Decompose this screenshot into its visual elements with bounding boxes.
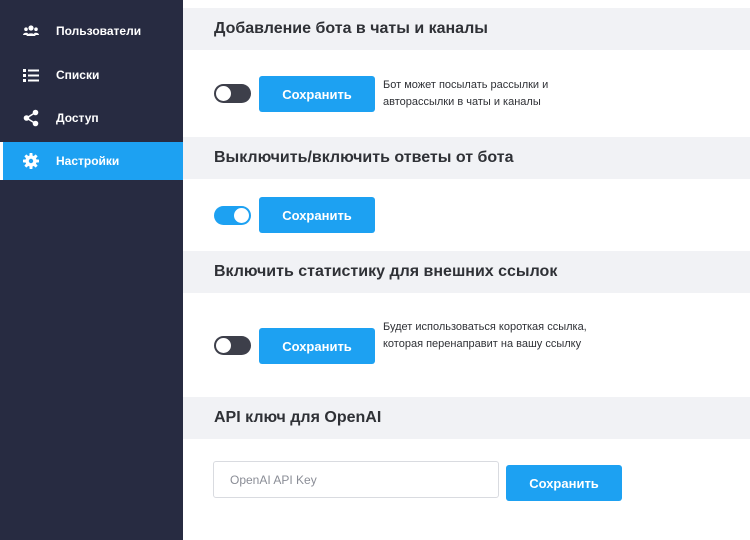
openai-api-key-input[interactable] <box>213 461 499 498</box>
sidebar-item-settings[interactable]: Настройки <box>0 142 183 180</box>
section-title-link-stats: Включить статистику для внешних ссылок <box>183 251 750 293</box>
bot-chats-description: Бот может посылать рассылки и авторассыл… <box>383 79 549 108</box>
toggle-knob <box>216 338 231 353</box>
section-title-bot-chats: Добавление бота в чаты и каналы <box>183 8 750 50</box>
save-button-bot-chats[interactable]: Сохранить <box>259 76 375 112</box>
save-button-openai[interactable]: Сохранить <box>506 465 622 501</box>
bot-replies-toggle[interactable] <box>214 206 251 225</box>
share-icon <box>22 109 40 127</box>
section-title-bot-replies: Выключить/включить ответы от бота <box>183 137 750 179</box>
sidebar-item-label: Настройки <box>56 154 120 168</box>
save-button-bot-replies[interactable]: Сохранить <box>259 197 375 233</box>
toggle-knob <box>216 86 231 101</box>
settings-panel: Добавление бота в чаты и каналы Сохранит… <box>183 0 750 540</box>
save-button-link-stats[interactable]: Сохранить <box>259 328 375 364</box>
list-icon <box>22 66 40 84</box>
sidebar-item-label: Пользователи <box>56 24 142 38</box>
sidebar: Пользователи Списки Доступ Настройки <box>0 0 183 540</box>
section-title-openai: API ключ для OpenAI <box>183 397 750 439</box>
users-icon <box>22 22 40 40</box>
sidebar-item-lists[interactable]: Списки <box>0 56 183 94</box>
gear-icon <box>22 152 40 170</box>
sidebar-item-access[interactable]: Доступ <box>0 99 183 137</box>
sidebar-item-users[interactable]: Пользователи <box>0 12 183 50</box>
link-stats-description: Будет использоваться короткая ссылка, ко… <box>383 321 587 350</box>
toggle-knob <box>234 208 249 223</box>
link-stats-toggle[interactable] <box>214 336 251 355</box>
bot-chats-toggle[interactable] <box>214 84 251 103</box>
sidebar-item-label: Доступ <box>56 111 99 125</box>
sidebar-item-label: Списки <box>56 68 100 82</box>
